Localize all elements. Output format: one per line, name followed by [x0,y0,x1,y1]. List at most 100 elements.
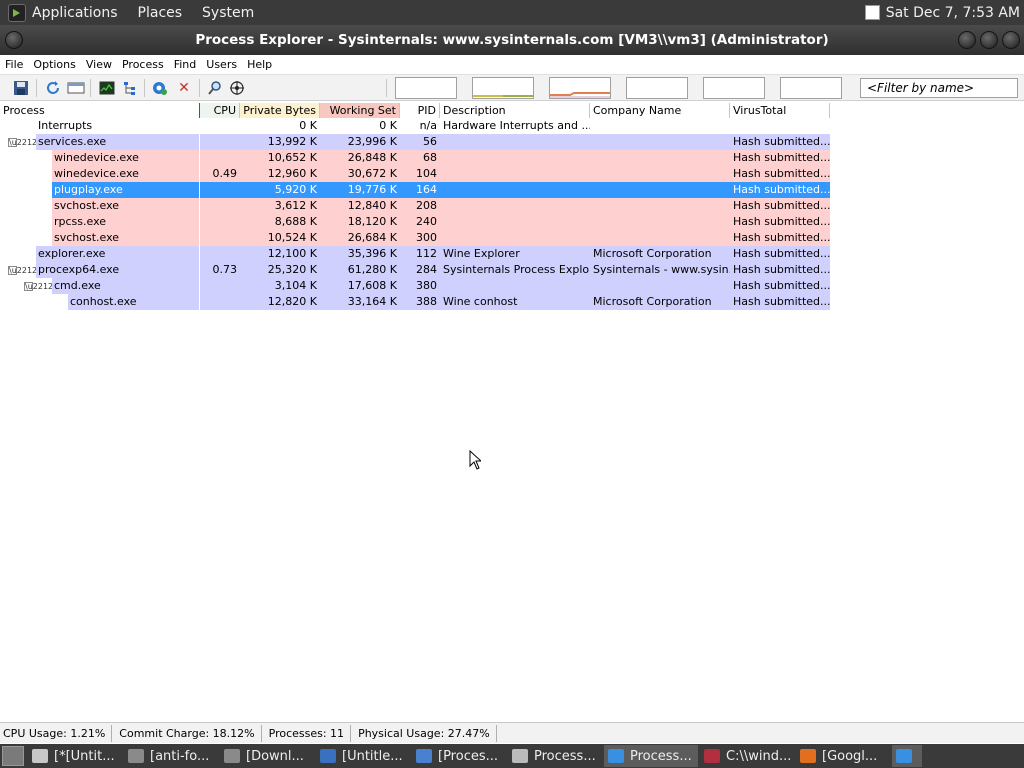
taskbar-button[interactable]: [Downl... [220,745,314,767]
find-icon[interactable] [207,80,223,96]
taskbar-button[interactable]: [Googl... [796,745,890,767]
taskbar-button[interactable]: [Untitle... [316,745,410,767]
filter-input[interactable]: <Filter by name> [860,78,1018,98]
virustotal-cell: Hash submitted... [733,135,830,148]
description-cell [440,134,590,150]
taskbar-button[interactable]: [Proces... [412,745,506,767]
taskbar-button[interactable]: Process... [604,745,698,767]
commit-graph[interactable] [472,77,534,99]
kill-icon[interactable]: ✕ [176,80,192,96]
col-header-working-set[interactable]: Working Set [320,103,400,119]
description-cell [440,182,590,198]
process-row[interactable]: explorer.exe 12,100 K 35,396 K 112 Wine Expl… [0,246,830,262]
refresh-icon[interactable] [45,80,61,96]
process-name[interactable]: rpcss.exe [52,214,106,230]
menu-applications[interactable]: Applications [32,5,118,21]
target-icon[interactable] [152,80,168,96]
process-row[interactable]: Interrupts 0 K 0 K n/a Hardware Interrupts a… [0,118,830,134]
tree-icon[interactable] [122,80,138,96]
process-row[interactable]: winedevice.exe 0.49 12,960 K 30,672 K 104 Has… [0,166,830,182]
gpu-graph[interactable] [780,77,842,99]
col-header-virustotal[interactable]: VirusTotal [730,103,830,119]
menu-help[interactable]: Help [242,58,277,71]
window-menu-icon[interactable] [5,31,23,49]
process-name[interactable]: svchost.exe [52,230,119,246]
gnome-logo-icon[interactable] [8,3,26,22]
menu-find[interactable]: Find [169,58,202,71]
menu-options[interactable]: Options [28,58,80,71]
description-cell: Hardware Interrupts and ... [443,119,590,132]
menu-users[interactable]: Users [201,58,242,71]
process-name[interactable]: winedevice.exe [52,150,139,166]
col-header-cpu[interactable]: CPU [200,103,240,119]
collapse-tree-icon[interactable]: \u2212 [8,266,37,275]
taskbar-button[interactable]: C:\\wind... [700,745,794,767]
process-row[interactable]: rpcss.exe 8,688 K 18,120 K 240 Hash submitte… [0,214,830,230]
process-name[interactable]: procexp64.exe [36,262,119,278]
col-header-pid[interactable]: PID [400,103,440,119]
window-icon[interactable] [67,80,85,96]
minimize-button[interactable] [958,31,976,49]
maximize-button[interactable] [980,31,998,49]
process-name[interactable]: services.exe [36,134,106,150]
process-row[interactable]: \u2212 services.exe 13,992 K 23,996 K 56 Hash… [0,134,830,150]
company-cell: Microsoft Corporation [593,295,712,308]
taskbar-button[interactable]: Process... [508,745,602,767]
close-button[interactable] [1002,31,1020,49]
menu-places[interactable]: Places [138,5,183,21]
process-name[interactable]: Interrupts [36,118,92,134]
taskbar-button[interactable]: [anti-fo... [124,745,218,767]
process-name[interactable]: cmd.exe [52,278,101,294]
working-set-cell: 30,672 K [347,167,397,180]
process-name[interactable]: winedevice.exe [52,166,139,182]
process-row[interactable]: plugplay.exe 5,920 K 19,776 K 164 Hash submi… [0,182,830,198]
clock[interactable]: Sat Dec 7, 7:53 AM [886,5,1020,21]
save-icon[interactable] [13,80,29,96]
network-graph[interactable] [626,77,688,99]
system-info-icon[interactable] [99,80,115,96]
working-set-cell: 0 K [379,119,397,132]
tray-square-icon[interactable] [864,5,880,20]
status-physical-usage: Physical Usage: 27.47% [355,724,497,742]
company-cell [590,230,730,246]
taskbar-button[interactable]: [*[Untit... [28,745,122,767]
cpu-cell [200,230,240,246]
working-set-cell: 18,120 K [347,215,397,228]
taskbar-button-label: [Downl... [246,748,304,764]
process-row[interactable]: \u2212 procexp64.exe 0.73 25,320 K 61,280 K 2… [0,262,830,278]
menu-file[interactable]: File [0,58,28,71]
col-header-description[interactable]: Description [440,103,590,119]
process-name[interactable]: plugplay.exe [52,182,123,198]
menu-view[interactable]: View [81,58,117,71]
disk-graph[interactable] [703,77,765,99]
process-row[interactable]: svchost.exe 10,524 K 26,684 K 300 Hash submi… [0,230,830,246]
process-row[interactable]: svchost.exe 3,612 K 12,840 K 208 Hash submit… [0,198,830,214]
show-desktop-icon[interactable] [2,746,24,766]
window-title-bar[interactable]: Process Explorer - Sysinternals: www.sys… [0,25,1024,55]
menu-system[interactable]: System [202,5,254,21]
virustotal-cell: Hash submitted... [733,215,830,228]
process-row[interactable]: winedevice.exe 10,652 K 26,848 K 68 Hash sub… [0,150,830,166]
company-cell [590,198,730,214]
tray-icon[interactable] [892,745,922,767]
collapse-tree-icon[interactable]: \u2212 [24,282,53,291]
private-bytes-cell: 3,612 K [274,199,317,212]
collapse-tree-icon[interactable]: \u2212 [8,138,37,147]
crosshair-icon[interactable] [229,80,245,96]
description-cell [440,230,590,246]
cpu-graph[interactable] [395,77,457,99]
menu-process[interactable]: Process [117,58,169,71]
process-name[interactable]: explorer.exe [36,246,105,262]
io-graph[interactable] [549,77,611,99]
company-cell [590,278,730,294]
col-header-private-bytes[interactable]: Private Bytes [240,103,320,119]
virustotal-cell: Hash submitted... [733,151,830,164]
status-commit-charge: Commit Charge: 18.12% [116,724,262,742]
col-header-company[interactable]: Company Name [590,103,730,119]
process-row[interactable]: \u2212 cmd.exe 3,104 K 17,608 K 380 Hash subm… [0,278,830,294]
process-list[interactable]: Interrupts 0 K 0 K n/a Hardware Interrupts a… [0,118,1024,716]
col-header-process[interactable]: Process [0,103,200,119]
process-row[interactable]: conhost.exe 12,820 K 33,164 K 388 Wine conho… [0,294,830,310]
process-name[interactable]: conhost.exe [68,294,137,310]
process-name[interactable]: svchost.exe [52,198,119,214]
